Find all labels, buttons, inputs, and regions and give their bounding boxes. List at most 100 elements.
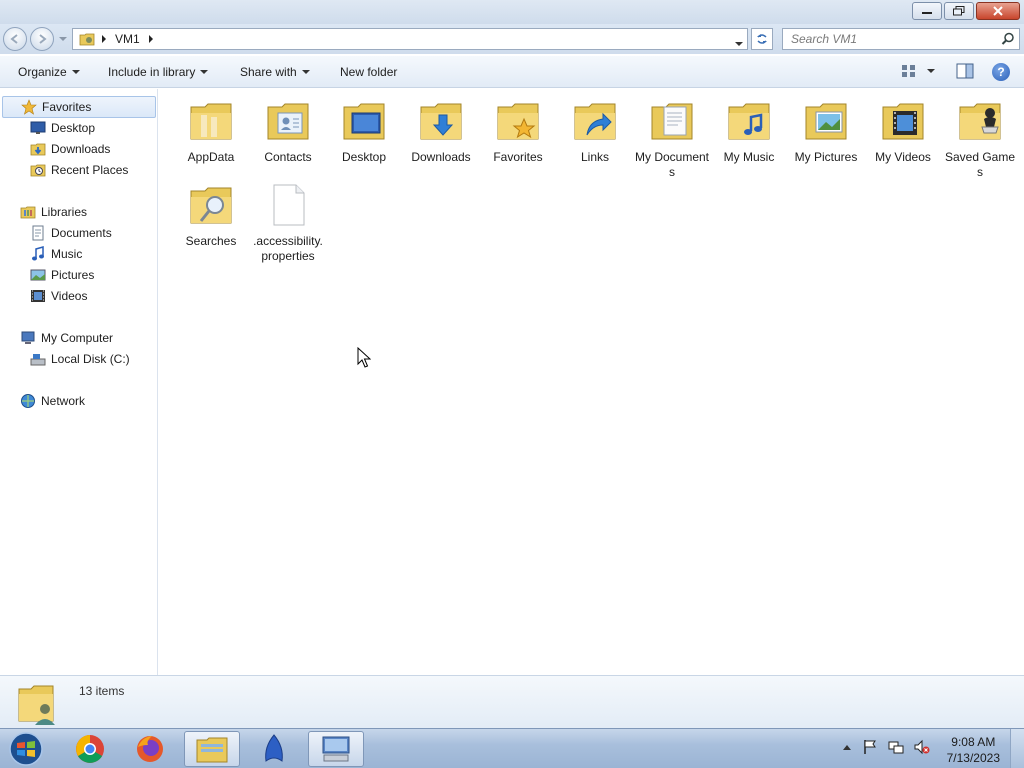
chrome-icon [76,735,104,763]
nav-pictures[interactable]: Pictures [30,265,94,285]
star-icon [21,99,37,115]
nav-videos-label: Videos [51,289,88,303]
user-folder-icon [18,685,55,725]
item-downloads[interactable]: Downloads [403,97,479,165]
change-view-button[interactable] [901,63,935,79]
nav-network-label: Network [41,394,86,408]
taskbar-chrome[interactable] [62,731,118,767]
item-contacts[interactable]: Contacts [250,97,326,165]
documents-folder-icon [651,103,693,140]
item-label: My Pictures [794,150,858,164]
volume-muted-icon[interactable] [914,739,930,755]
start-button[interactable] [6,731,46,767]
share-with-label: Share with [240,65,297,79]
nav-libraries-label: Libraries [41,205,88,219]
file-explorer-icon [196,737,228,763]
nav-my-computer-label: My Computer [41,331,114,345]
item-label: My Music [723,150,775,164]
item-accessibility-properties[interactable]: .accessibility.properties [250,181,326,264]
item-label: My Documents [634,150,710,179]
item-my-pictures[interactable]: My Pictures [788,97,864,165]
nav-videos[interactable]: Videos [30,286,87,306]
item-appdata[interactable]: AppData [173,97,249,165]
nav-local-disk[interactable]: Local Disk (C:) [30,349,130,369]
videos-folder-icon [882,103,924,140]
include-in-library-button[interactable]: Include in library [108,65,209,79]
search-placeholder: Search VM1 [791,32,858,46]
forward-button[interactable] [30,27,54,51]
nav-desktop[interactable]: Desktop [30,118,95,138]
item-my-documents[interactable]: My Documents [634,97,710,180]
close-button[interactable] [976,2,1020,20]
nav-pictures-label: Pictures [51,268,95,282]
network-status-icon[interactable] [888,739,904,755]
chevron-right-icon [102,35,106,43]
nav-music[interactable]: Music [30,244,82,264]
item-label: AppData [187,150,235,164]
breadcrumb-separator[interactable] [101,35,107,43]
show-desktop-button[interactable] [1010,729,1024,768]
address-dropdown-button[interactable] [735,35,743,49]
item-label: Desktop [341,150,387,164]
nav-downloads-label: Downloads [51,142,111,156]
taskbar-clock[interactable]: 9:08 AM 7/13/2023 [947,734,1000,766]
breadcrumb-separator[interactable] [148,35,154,43]
recent-pages-button[interactable] [58,34,68,44]
item-label: Searches [185,234,237,248]
organize-label: Organize [18,65,67,79]
refresh-button[interactable] [751,28,773,50]
chevron-down-icon [927,69,935,73]
folder-icon [79,33,95,46]
pictures-icon [30,269,46,281]
item-favorites[interactable]: Favorites [480,97,556,165]
item-links[interactable]: Links [557,97,633,165]
nav-downloads[interactable]: Downloads [30,139,110,159]
libraries-icon [20,206,36,219]
nav-network[interactable]: Network [20,391,85,411]
address-bar[interactable]: VM1 [72,28,748,50]
hard-drive-icon [30,354,46,366]
restore-button[interactable] [944,2,974,20]
minimize-button[interactable] [912,2,942,20]
search-icon[interactable] [1001,32,1015,46]
taskbar-explorer[interactable] [184,731,240,767]
item-label: Downloads [411,150,471,164]
include-in-library-label: Include in library [108,65,196,79]
clock-time: 9:08 AM [951,735,996,749]
item-searches[interactable]: Searches [173,181,249,249]
organize-button[interactable]: Organize [18,65,80,79]
taskbar-remote-desktop[interactable] [308,731,364,767]
new-folder-button[interactable]: New folder [340,65,397,79]
app-icon [265,734,283,762]
nav-recent-places[interactable]: Recent Places [30,160,128,180]
folder-icon [190,103,232,140]
taskbar-firefox[interactable] [122,731,178,767]
nav-my-computer[interactable]: My Computer [20,328,113,348]
breadcrumb-vm1[interactable]: VM1 [115,32,140,46]
search-input[interactable]: Search VM1 [782,28,1020,50]
item-label: Contacts [264,150,312,164]
help-button[interactable]: ? [992,63,1010,81]
videos-icon [31,290,45,302]
preview-pane-icon [956,63,974,79]
details-pane: 13 items [0,675,1024,728]
back-button[interactable] [3,27,27,51]
item-my-videos[interactable]: My Videos [865,97,941,165]
preview-pane-button[interactable] [956,63,974,82]
item-saved-games[interactable]: Saved Games [942,97,1018,180]
show-hidden-icons-icon[interactable] [842,743,852,751]
share-with-button[interactable]: Share with [240,65,310,79]
nav-libraries[interactable]: Libraries [20,202,87,222]
item-my-music[interactable]: My Music [711,97,787,165]
system-tray [842,739,930,755]
network-icon [21,394,35,408]
action-center-flag-icon[interactable] [862,739,878,755]
nav-recent-places-label: Recent Places [51,163,129,177]
links-folder-icon [574,103,616,140]
nav-local-disk-label: Local Disk (C:) [51,352,130,366]
nav-favorites[interactable]: Favorites [2,96,156,118]
item-desktop[interactable]: Desktop [326,97,402,165]
taskbar-app-blue[interactable] [246,731,302,767]
favorites-folder-icon [497,103,539,140]
nav-documents[interactable]: Documents [30,223,112,243]
